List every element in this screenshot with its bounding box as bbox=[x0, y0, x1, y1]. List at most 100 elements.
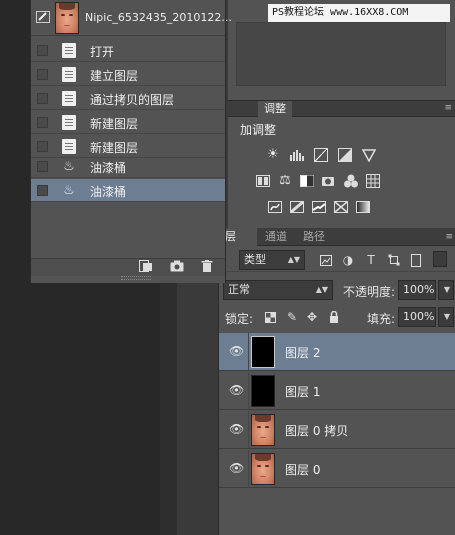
history-state-label: 打开 bbox=[90, 45, 115, 59]
filter-pixel-icon[interactable] bbox=[319, 253, 333, 267]
lock-position-icon[interactable]: ✥ bbox=[305, 310, 319, 324]
layer-thumbnail bbox=[251, 453, 275, 485]
filter-toggle-icon[interactable] bbox=[433, 251, 447, 267]
history-snapshot[interactable]: Nipic_6532435_2010122... bbox=[31, 0, 232, 36]
history-source-checkbox[interactable] bbox=[37, 93, 48, 104]
layer-filter-row: 类型 ▲▼ ◑ T bbox=[219, 246, 455, 272]
history-state-label: 油漆桶 bbox=[90, 161, 127, 175]
layer-thumbnail bbox=[251, 336, 275, 368]
tab-channels[interactable]: 通道 bbox=[259, 228, 293, 246]
layer-row[interactable]: 👁 图层 0 拷贝 bbox=[219, 411, 455, 449]
document-icon bbox=[62, 115, 76, 130]
vibrance-icon[interactable] bbox=[360, 147, 378, 163]
threshold-icon[interactable] bbox=[310, 199, 328, 215]
history-footer bbox=[31, 258, 225, 276]
lock-transparent-pixels-icon[interactable] bbox=[263, 310, 277, 324]
history-state[interactable]: 建立图层 bbox=[31, 63, 225, 86]
layer-name: 图层 0 bbox=[285, 463, 321, 477]
history-state[interactable]: 打开 bbox=[31, 39, 225, 62]
new-document-from-state-icon[interactable] bbox=[138, 260, 154, 276]
document-icon bbox=[62, 67, 76, 82]
history-state-selected[interactable]: ♨ 油漆桶 bbox=[31, 179, 225, 202]
snapshot-thumbnail bbox=[55, 2, 79, 34]
channel-mixer-icon[interactable] bbox=[342, 173, 360, 189]
history-source-checkbox[interactable] bbox=[37, 69, 48, 80]
history-state-label: 新建图层 bbox=[90, 141, 139, 155]
history-state-label: 建立图层 bbox=[90, 69, 139, 83]
paint-bucket-icon: ♨ bbox=[63, 159, 75, 174]
levels-icon[interactable] bbox=[288, 147, 306, 163]
posterize-icon[interactable] bbox=[288, 199, 306, 215]
layer-name: 图层 2 bbox=[285, 346, 321, 360]
adjustments-panel-menu[interactable]: ≡ bbox=[444, 101, 451, 115]
history-state-label: 油漆桶 bbox=[90, 185, 127, 199]
tab-paths[interactable]: 路径 bbox=[297, 228, 331, 246]
history-state[interactable]: ♨ 油漆桶 bbox=[31, 155, 225, 178]
watermark: PS教程论坛 www.16XX8.COM bbox=[268, 4, 450, 22]
trash-icon[interactable] bbox=[199, 260, 215, 276]
layers-tabbar: 层 通道 路径 ≡ bbox=[219, 228, 455, 246]
panel-resize-grip[interactable] bbox=[121, 276, 151, 280]
invert-icon[interactable] bbox=[266, 199, 284, 215]
blend-mode-select[interactable]: 正常 ▲▼ bbox=[223, 280, 333, 300]
layers-panel: 层 通道 路径 ≡ 类型 ▲▼ ◑ T 正常 ▲▼ 不透明度: 100% ▼ 锁… bbox=[218, 228, 455, 535]
black-white-icon[interactable] bbox=[298, 173, 316, 189]
layer-row[interactable]: 👁 图层 0 bbox=[219, 450, 455, 488]
layers-panel-menu[interactable]: ≡ bbox=[445, 230, 452, 244]
create-snapshot-icon[interactable] bbox=[169, 260, 185, 276]
blend-mode-value: 正常 bbox=[228, 283, 250, 296]
filter-adjustment-icon[interactable]: ◑ bbox=[341, 253, 355, 267]
fill-value: 100% bbox=[403, 310, 435, 323]
eye-icon[interactable]: 👁 bbox=[229, 384, 244, 396]
history-state[interactable]: 通过拷贝的图层 bbox=[31, 87, 225, 110]
adjustments-panel: 调整 ≡ 加调整 ☀ ⚖ bbox=[228, 100, 455, 228]
selective-color-icon[interactable] bbox=[332, 199, 350, 215]
layer-name: 图层 0 拷贝 bbox=[285, 424, 349, 438]
gradient-map-icon[interactable] bbox=[354, 199, 372, 215]
history-source-checkbox[interactable] bbox=[37, 161, 48, 172]
history-source-checkbox[interactable] bbox=[37, 45, 48, 56]
photo-filter-icon[interactable] bbox=[320, 173, 338, 189]
history-state-label: 新建图层 bbox=[90, 117, 139, 131]
lock-all-icon[interactable] bbox=[327, 310, 341, 324]
eye-icon[interactable]: 👁 bbox=[229, 345, 244, 357]
filter-smart-object-icon[interactable] bbox=[409, 253, 423, 267]
history-source-checkbox[interactable] bbox=[37, 117, 48, 128]
history-source-checkbox[interactable] bbox=[37, 185, 48, 196]
fill-input[interactable]: 100% bbox=[398, 307, 436, 327]
history-panel: Nipic_6532435_2010122... 打开 建立图层 通过拷贝的图层… bbox=[30, 0, 232, 283]
chevron-down-icon: ▲▼ bbox=[315, 285, 328, 294]
filter-shape-icon[interactable] bbox=[387, 253, 401, 267]
lock-image-pixels-icon[interactable]: ✎ bbox=[285, 310, 299, 324]
opacity-input[interactable]: 100% bbox=[398, 280, 436, 300]
color-balance-icon[interactable]: ⚖ bbox=[276, 173, 294, 189]
exposure-icon[interactable] bbox=[336, 147, 354, 163]
fill-dropdown-button[interactable]: ▼ bbox=[438, 307, 454, 327]
hue-saturation-icon[interactable] bbox=[254, 173, 272, 189]
history-state-label: 通过拷贝的图层 bbox=[90, 93, 175, 107]
layer-row[interactable]: 👁 图层 1 bbox=[219, 372, 455, 410]
history-brush-icon[interactable] bbox=[36, 11, 50, 26]
filter-type-icon[interactable]: T bbox=[364, 253, 378, 267]
snapshot-name: Nipic_6532435_2010122... bbox=[85, 11, 232, 24]
opacity-value: 100% bbox=[403, 283, 435, 296]
filter-kind-select[interactable]: 类型 ▲▼ bbox=[239, 250, 305, 270]
brightness-contrast-icon[interactable]: ☀ bbox=[264, 147, 282, 163]
opacity-label: 不透明度: bbox=[343, 285, 396, 299]
history-state[interactable]: 新建图层 bbox=[31, 111, 225, 134]
eye-icon[interactable]: 👁 bbox=[229, 423, 244, 435]
adjustments-tabbar: 调整 ≡ bbox=[228, 101, 455, 117]
opacity-dropdown-button[interactable]: ▼ bbox=[438, 280, 454, 300]
eye-icon[interactable]: 👁 bbox=[229, 462, 244, 474]
layer-thumbnail bbox=[251, 414, 275, 446]
chevron-down-icon: ▲▼ bbox=[287, 255, 300, 264]
chevron-down-icon: ▼ bbox=[443, 285, 450, 294]
tab-adjustments[interactable]: 调整 bbox=[258, 101, 292, 117]
layer-name: 图层 1 bbox=[285, 385, 321, 399]
color-lookup-icon[interactable] bbox=[364, 173, 382, 189]
fill-label: 填充: bbox=[367, 312, 396, 326]
history-source-checkbox[interactable] bbox=[37, 141, 48, 152]
filter-kind-value: 类型 bbox=[244, 253, 266, 266]
layer-row[interactable]: 👁 图层 2 bbox=[219, 333, 455, 371]
curves-icon[interactable] bbox=[312, 147, 330, 163]
